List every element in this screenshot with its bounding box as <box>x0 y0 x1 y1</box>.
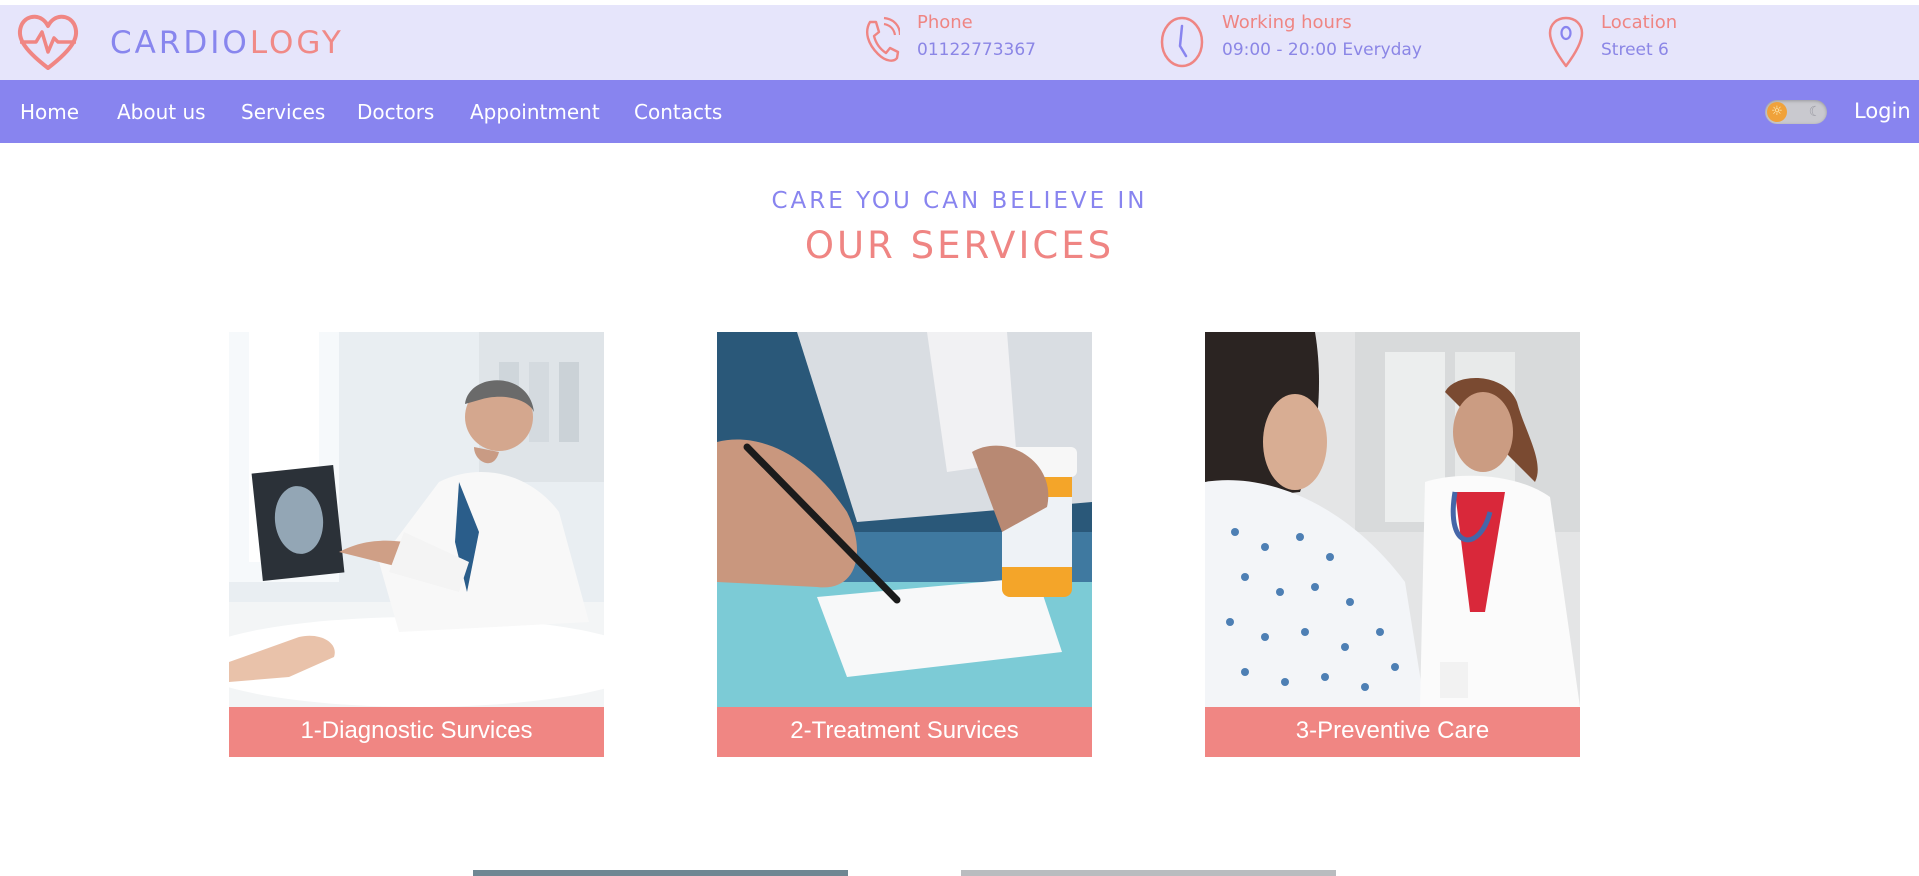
next-row-image-2 <box>961 870 1336 876</box>
phone-label: Phone <box>917 12 973 33</box>
login-link[interactable]: Login <box>1854 99 1911 123</box>
location-value: Street 6 <box>1601 40 1669 60</box>
section-subtitle: CARE YOU CAN BELIEVE IN <box>771 188 1148 214</box>
working-hours-label: Working hours <box>1222 12 1352 33</box>
brand-logo-text[interactable]: CARDIOLOGY <box>110 25 344 61</box>
service-card-preventive[interactable]: 3-Preventive Care <box>1205 332 1580 757</box>
next-row-image-1 <box>473 870 848 876</box>
sun-icon: ☼ <box>1767 102 1787 122</box>
service-image-treatment <box>717 332 1092 707</box>
nav-services[interactable]: Services <box>241 100 325 124</box>
section-title: OUR SERVICES <box>804 224 1115 267</box>
service-card-diagnostic[interactable]: 1-Diagnostic Survices <box>229 332 604 757</box>
service-caption-diagnostic: 1-Diagnostic Survices <box>229 707 604 757</box>
nav-home[interactable]: Home <box>20 100 79 124</box>
heart-pulse-logo-icon <box>17 14 79 70</box>
nav-doctors[interactable]: Doctors <box>357 100 434 124</box>
nav-about-us[interactable]: About us <box>117 100 206 124</box>
nav-contacts[interactable]: Contacts <box>634 100 722 124</box>
service-caption-preventive: 3-Preventive Care <box>1205 707 1580 757</box>
top-info-bar: CARDIOLOGY Phone 01122773367 Working hou… <box>0 5 1919 80</box>
location-label: Location <box>1601 12 1678 33</box>
brand-part-2: LOGY <box>249 25 344 61</box>
location-pin-icon <box>1548 16 1584 68</box>
phone-icon <box>866 16 900 62</box>
service-image-preventive <box>1205 332 1580 707</box>
working-hours-value: 09:00 - 20:00 Everyday <box>1222 40 1422 60</box>
service-card-treatment[interactable]: 2-Treatment Survices <box>717 332 1092 757</box>
moon-icon: ☾ <box>1808 104 1822 120</box>
location-info: Location Street 6 <box>1548 8 1748 78</box>
nav-appointment[interactable]: Appointment <box>470 100 600 124</box>
theme-toggle[interactable]: ☼ ☾ <box>1765 100 1827 124</box>
service-caption-treatment: 2-Treatment Survices <box>717 707 1092 757</box>
main-navbar: Home About us Services Doctors Appointme… <box>0 80 1919 143</box>
clock-icon <box>1160 16 1204 68</box>
phone-value[interactable]: 01122773367 <box>917 40 1036 60</box>
brand-part-1: CARDIO <box>110 25 250 61</box>
phone-info: Phone 01122773367 <box>860 8 1100 78</box>
service-image-diagnostic <box>229 332 604 707</box>
working-hours-info: Working hours 09:00 - 20:00 Everyday <box>1160 8 1480 78</box>
